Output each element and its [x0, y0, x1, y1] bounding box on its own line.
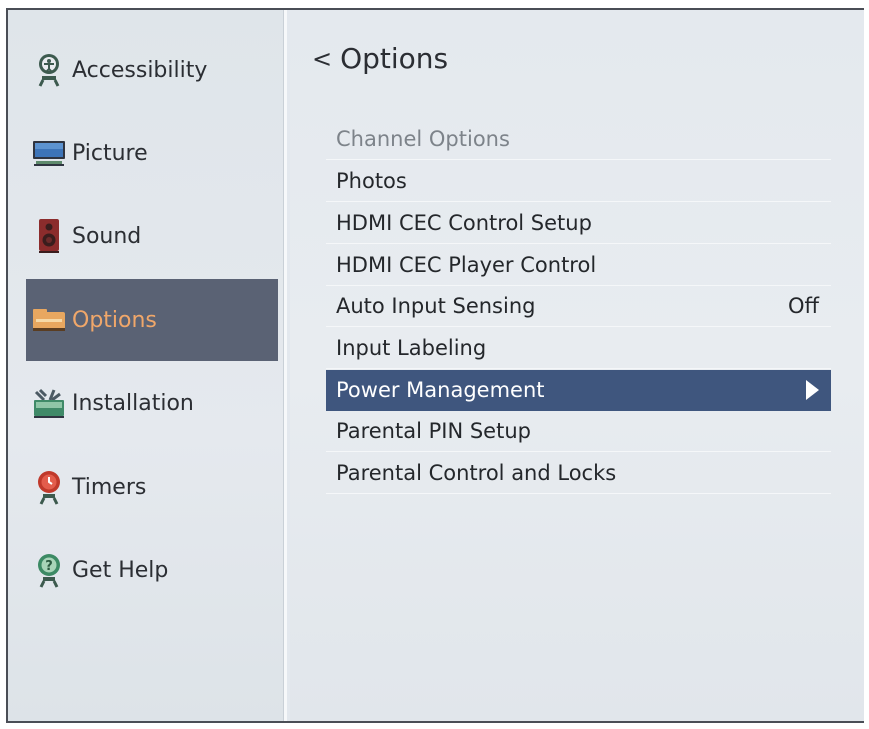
picture-icon [32, 134, 66, 172]
sidebar-item-label: Accessibility [72, 57, 208, 83]
menu-item-power-management[interactable]: Power Management [326, 370, 831, 411]
menu-item-hdmi-cec-control-setup[interactable]: HDMI CEC Control Setup [326, 203, 831, 244]
sidebar-item-label: Get Help [72, 557, 169, 583]
menu-item-value: Off [788, 294, 819, 318]
sidebar-item-timers[interactable]: Timers [18, 446, 278, 528]
sidebar-item-picture[interactable]: Picture [18, 112, 278, 194]
menu-item-photos[interactable]: Photos [326, 161, 831, 202]
sidebar-item-label: Sound [72, 223, 142, 249]
timers-icon [32, 468, 66, 506]
options-icon [32, 301, 66, 339]
sidebar-item-options[interactable]: Options [26, 279, 278, 361]
menu-item-label: HDMI CEC Control Setup [336, 211, 592, 235]
menu-item-channel-options[interactable]: Channel Options [326, 119, 831, 160]
play-arrow-icon [806, 380, 819, 400]
get-help-icon: ? [32, 551, 66, 589]
installation-icon [32, 384, 66, 422]
menu-item-label: Parental Control and Locks [336, 461, 617, 485]
sound-icon [32, 217, 66, 255]
sidebar-item-get-help[interactable]: ? Get Help [18, 529, 278, 611]
sidebar-item-accessibility[interactable]: Accessibility [18, 29, 278, 111]
menu-item-label: Channel Options [336, 127, 510, 151]
menu-item-parental-control-and-locks[interactable]: Parental Control and Locks [326, 453, 831, 494]
menu-item-label: Input Labeling [336, 336, 487, 360]
sidebar-item-label: Installation [72, 390, 194, 416]
menu-item-label: Parental PIN Setup [336, 419, 531, 443]
menu-item-auto-input-sensing[interactable]: Auto Input Sensing Off [326, 286, 831, 327]
menu-item-label: Photos [336, 169, 407, 193]
sidebar-item-label: Picture [72, 140, 148, 166]
menu-item-hdmi-cec-player-control[interactable]: HDMI CEC Player Control [326, 245, 831, 286]
svg-text:?: ? [45, 559, 53, 574]
back-button[interactable]: < Options [312, 42, 448, 75]
sidebar-divider [283, 10, 287, 721]
menu-item-label: Auto Input Sensing [336, 294, 536, 318]
accessibility-icon [32, 51, 66, 89]
menu-item-label: HDMI CEC Player Control [336, 253, 597, 277]
menu-item-label: Power Management [336, 378, 545, 402]
sidebar-item-sound[interactable]: Sound [18, 195, 278, 277]
back-chevron-icon: < [312, 44, 333, 73]
page-title: Options [340, 42, 449, 75]
sidebar-item-installation[interactable]: Installation [18, 362, 278, 444]
menu-item-input-labeling[interactable]: Input Labeling [326, 328, 831, 369]
menu-item-parental-pin-setup[interactable]: Parental PIN Setup [326, 411, 831, 452]
sidebar-item-label: Options [72, 307, 157, 333]
sidebar-item-label: Timers [72, 474, 147, 500]
